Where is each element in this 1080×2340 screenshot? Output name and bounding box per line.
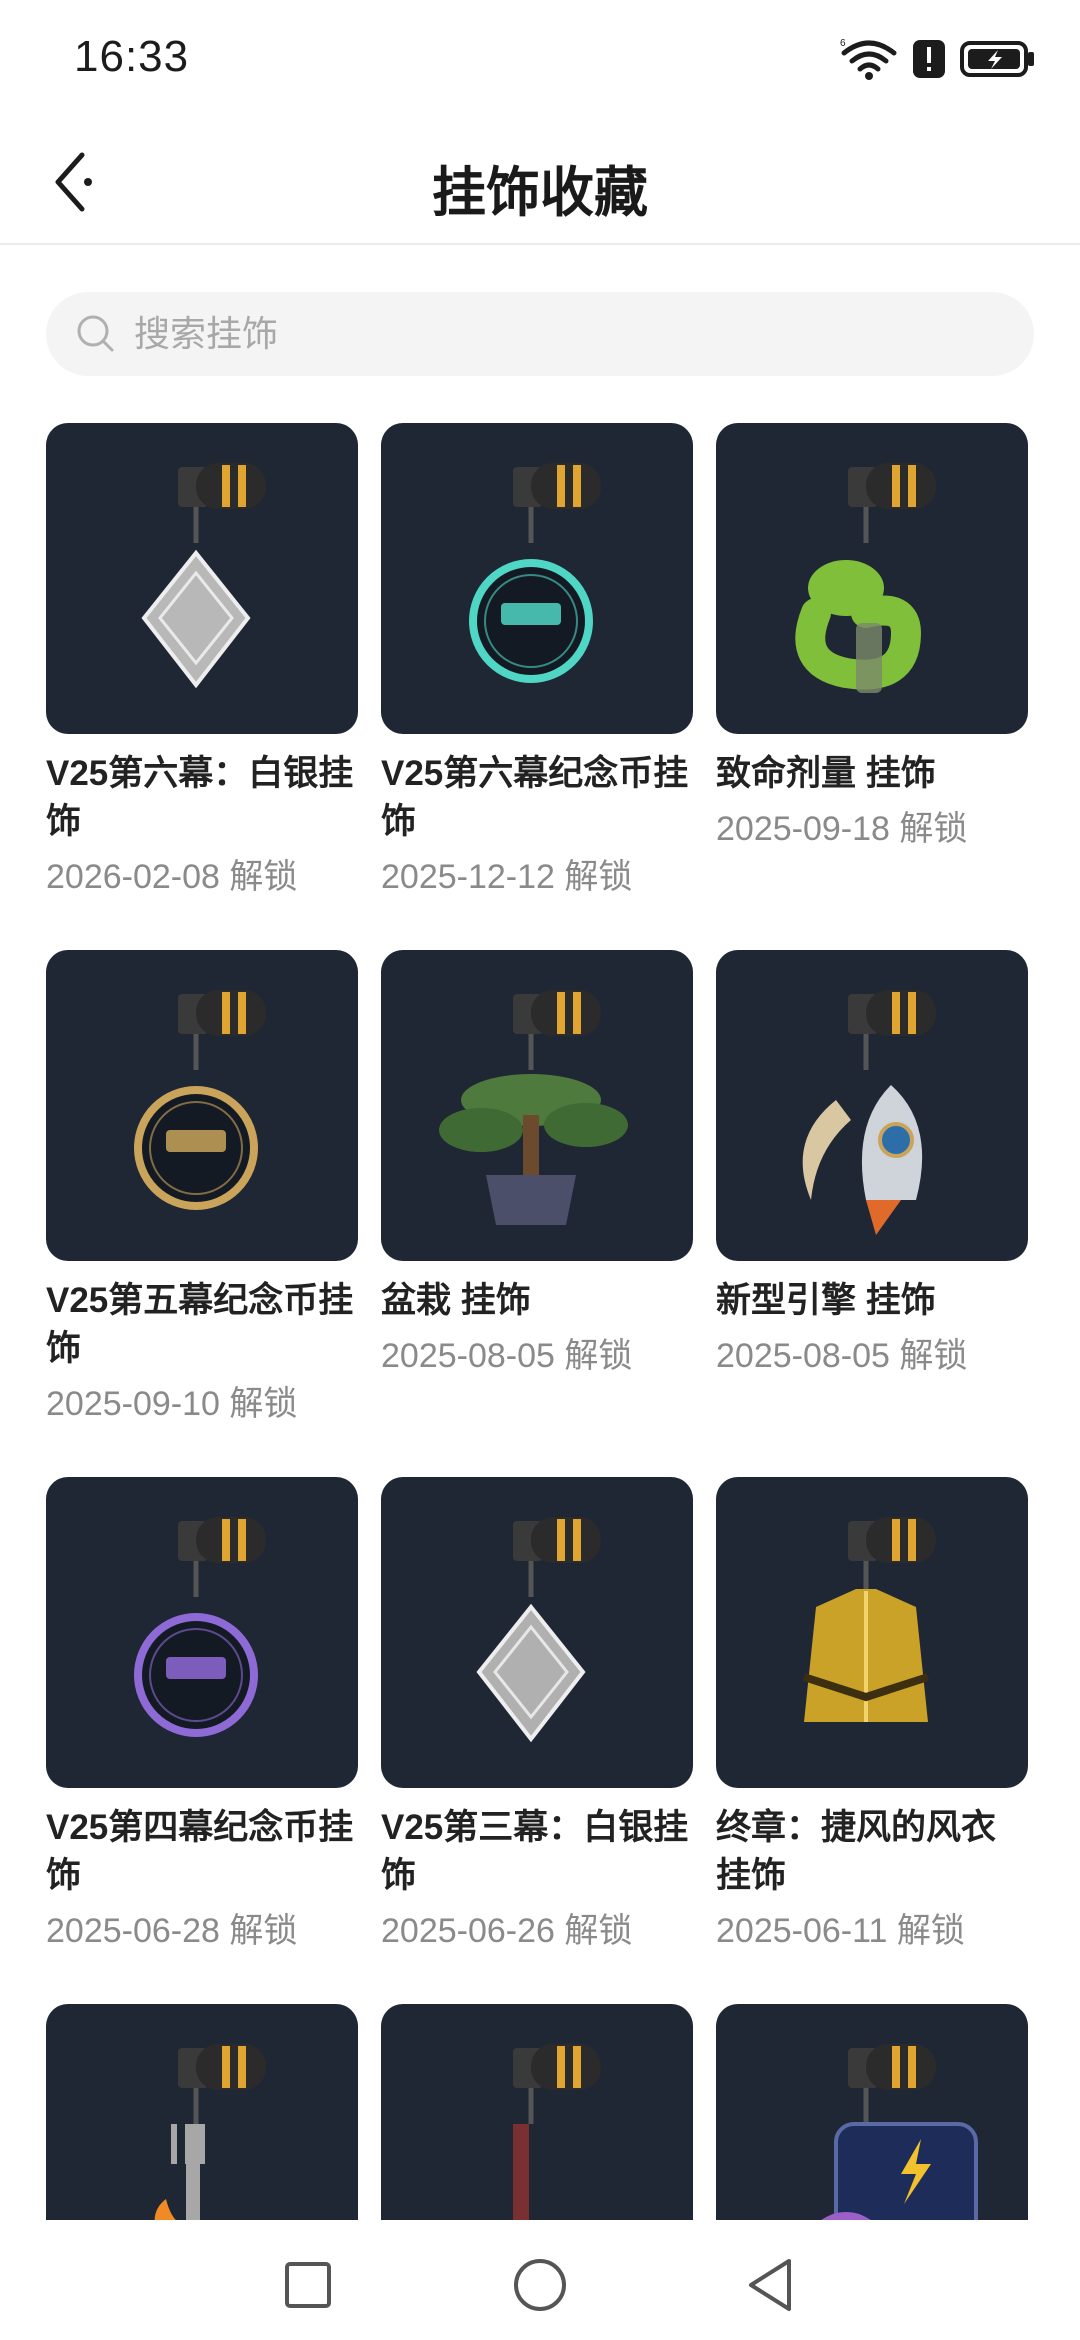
charm-card[interactable]: V25第三幕：白银挂饰 2025-06-26 解锁 [381,1477,693,1954]
charm-unlock-date: 2025-12-12 解锁 [381,858,633,896]
charm-thumbnail[interactable] [46,1477,358,1788]
status-icons: 6 [840,34,1036,84]
charm-name: V25第四幕纪念币挂饰 [46,1808,354,1895]
charm-thumbnail[interactable] [381,423,693,734]
fork-flame-charm-icon [154,2044,266,2223]
charm-unlock-date: 2025-09-10 解锁 [46,1385,298,1423]
silver-diamond-charm-icon [141,463,266,689]
gold-jacket-charm-icon [802,1517,936,1722]
charm-card[interactable]: 终章：捷风的风衣挂饰 2025-06-11 解锁 [716,1477,1028,1954]
charm-thumbnail[interactable] [46,950,358,1261]
wifi-icon: 6 [840,38,897,80]
alert-icon [913,40,945,78]
recents-square-icon [285,2262,331,2308]
coin-v-charm-icon [134,990,266,1210]
charm-unlock-date: 2025-09-18 解锁 [716,810,968,848]
charm-name: 终章：捷风的风衣挂饰 [716,1808,997,1895]
charm-thumbnail[interactable] [716,1477,1028,1788]
charm-thumbnail[interactable] [381,2004,693,2223]
charm-card[interactable] [46,2004,358,2223]
navigation-bar [0,2220,1080,2340]
charm-unlock-date: 2025-08-05 解锁 [716,1337,968,1375]
header: 挂饰收藏 [0,120,1080,245]
charm-thumbnail[interactable] [716,950,1028,1261]
charm-card[interactable]: V25第五幕纪念币挂饰 2025-09-10 解锁 [46,950,358,1427]
backpack-charm-icon [513,2044,601,2223]
charm-name: 新型引擎 挂饰 [716,1281,936,1320]
charm-card[interactable]: 新型引擎 挂饰 2025-08-05 解锁 [716,950,1028,1379]
charm-card[interactable] [716,2004,1028,2223]
charm-card[interactable]: V25第六幕：白银挂饰 2026-02-08 解锁 [46,423,358,900]
charm-thumbnail[interactable] [716,423,1028,734]
charm-unlock-date: 2025-08-05 解锁 [381,1337,633,1375]
charm-card[interactable]: 致命剂量 挂饰 2025-09-18 解锁 [716,423,1028,852]
green-snake-charm-icon [795,463,936,693]
charm-grid: V25第六幕：白银挂饰 2026-02-08 解锁 V25第六幕纪念币挂饰 2025-… [46,423,1046,2223]
charm-name: V25第六幕：白银挂饰 [46,754,354,841]
coin-vi-charm-icon [469,463,601,683]
recents-button[interactable] [268,2250,348,2320]
charm-thumbnail[interactable] [46,423,358,734]
home-button[interactable] [500,2250,580,2320]
charm-card[interactable]: 盆栽 挂饰 2025-08-05 解锁 [381,950,693,1379]
charm-card[interactable] [381,2004,693,2223]
charm-unlock-date: 2026-02-08 解锁 [46,858,298,896]
charm-name: V25第五幕纪念币挂饰 [46,1281,354,1368]
charm-unlock-date: 2025-06-28 解锁 [46,1912,298,1950]
search-icon [74,312,118,356]
battery-charging-icon [960,41,1034,77]
nav-back-button[interactable] [730,2250,810,2320]
rocket-charm-icon [802,990,936,1235]
charm-name: 盆栽 挂饰 [381,1281,531,1320]
charm-unlock-date: 2025-06-26 解锁 [381,1912,633,1950]
status-bar: 16:33 6 [0,0,1080,120]
octopus-badge-charm-icon [817,2044,978,2223]
charm-unlock-date: 2025-06-11 解锁 [716,1912,965,1950]
back-triangle-icon [749,2259,791,2311]
page-title: 挂饰收藏 [432,163,648,223]
charm-thumbnail[interactable] [716,2004,1028,2223]
silver-diamond-charm-icon [476,1517,601,1743]
svg-text:6: 6 [840,38,846,49]
charm-card[interactable]: V25第四幕纪念币挂饰 2025-06-28 解锁 [46,1477,358,1954]
search-bar[interactable] [46,292,1034,376]
coin-iv-charm-icon [134,1517,266,1737]
charm-thumbnail[interactable] [381,950,693,1261]
charm-name: V25第三幕：白银挂饰 [381,1808,689,1895]
charm-thumbnail[interactable] [46,2004,358,2223]
search-input[interactable] [132,312,996,356]
charm-card[interactable]: V25第六幕纪念币挂饰 2025-12-12 解锁 [381,423,693,900]
charm-name: V25第六幕纪念币挂饰 [381,754,689,841]
charm-thumbnail[interactable] [381,1477,693,1788]
bonsai-charm-icon [439,990,628,1225]
charm-name: 致命剂量 挂饰 [716,754,936,793]
status-time: 16:33 [74,32,190,81]
home-circle-icon [514,2259,566,2311]
